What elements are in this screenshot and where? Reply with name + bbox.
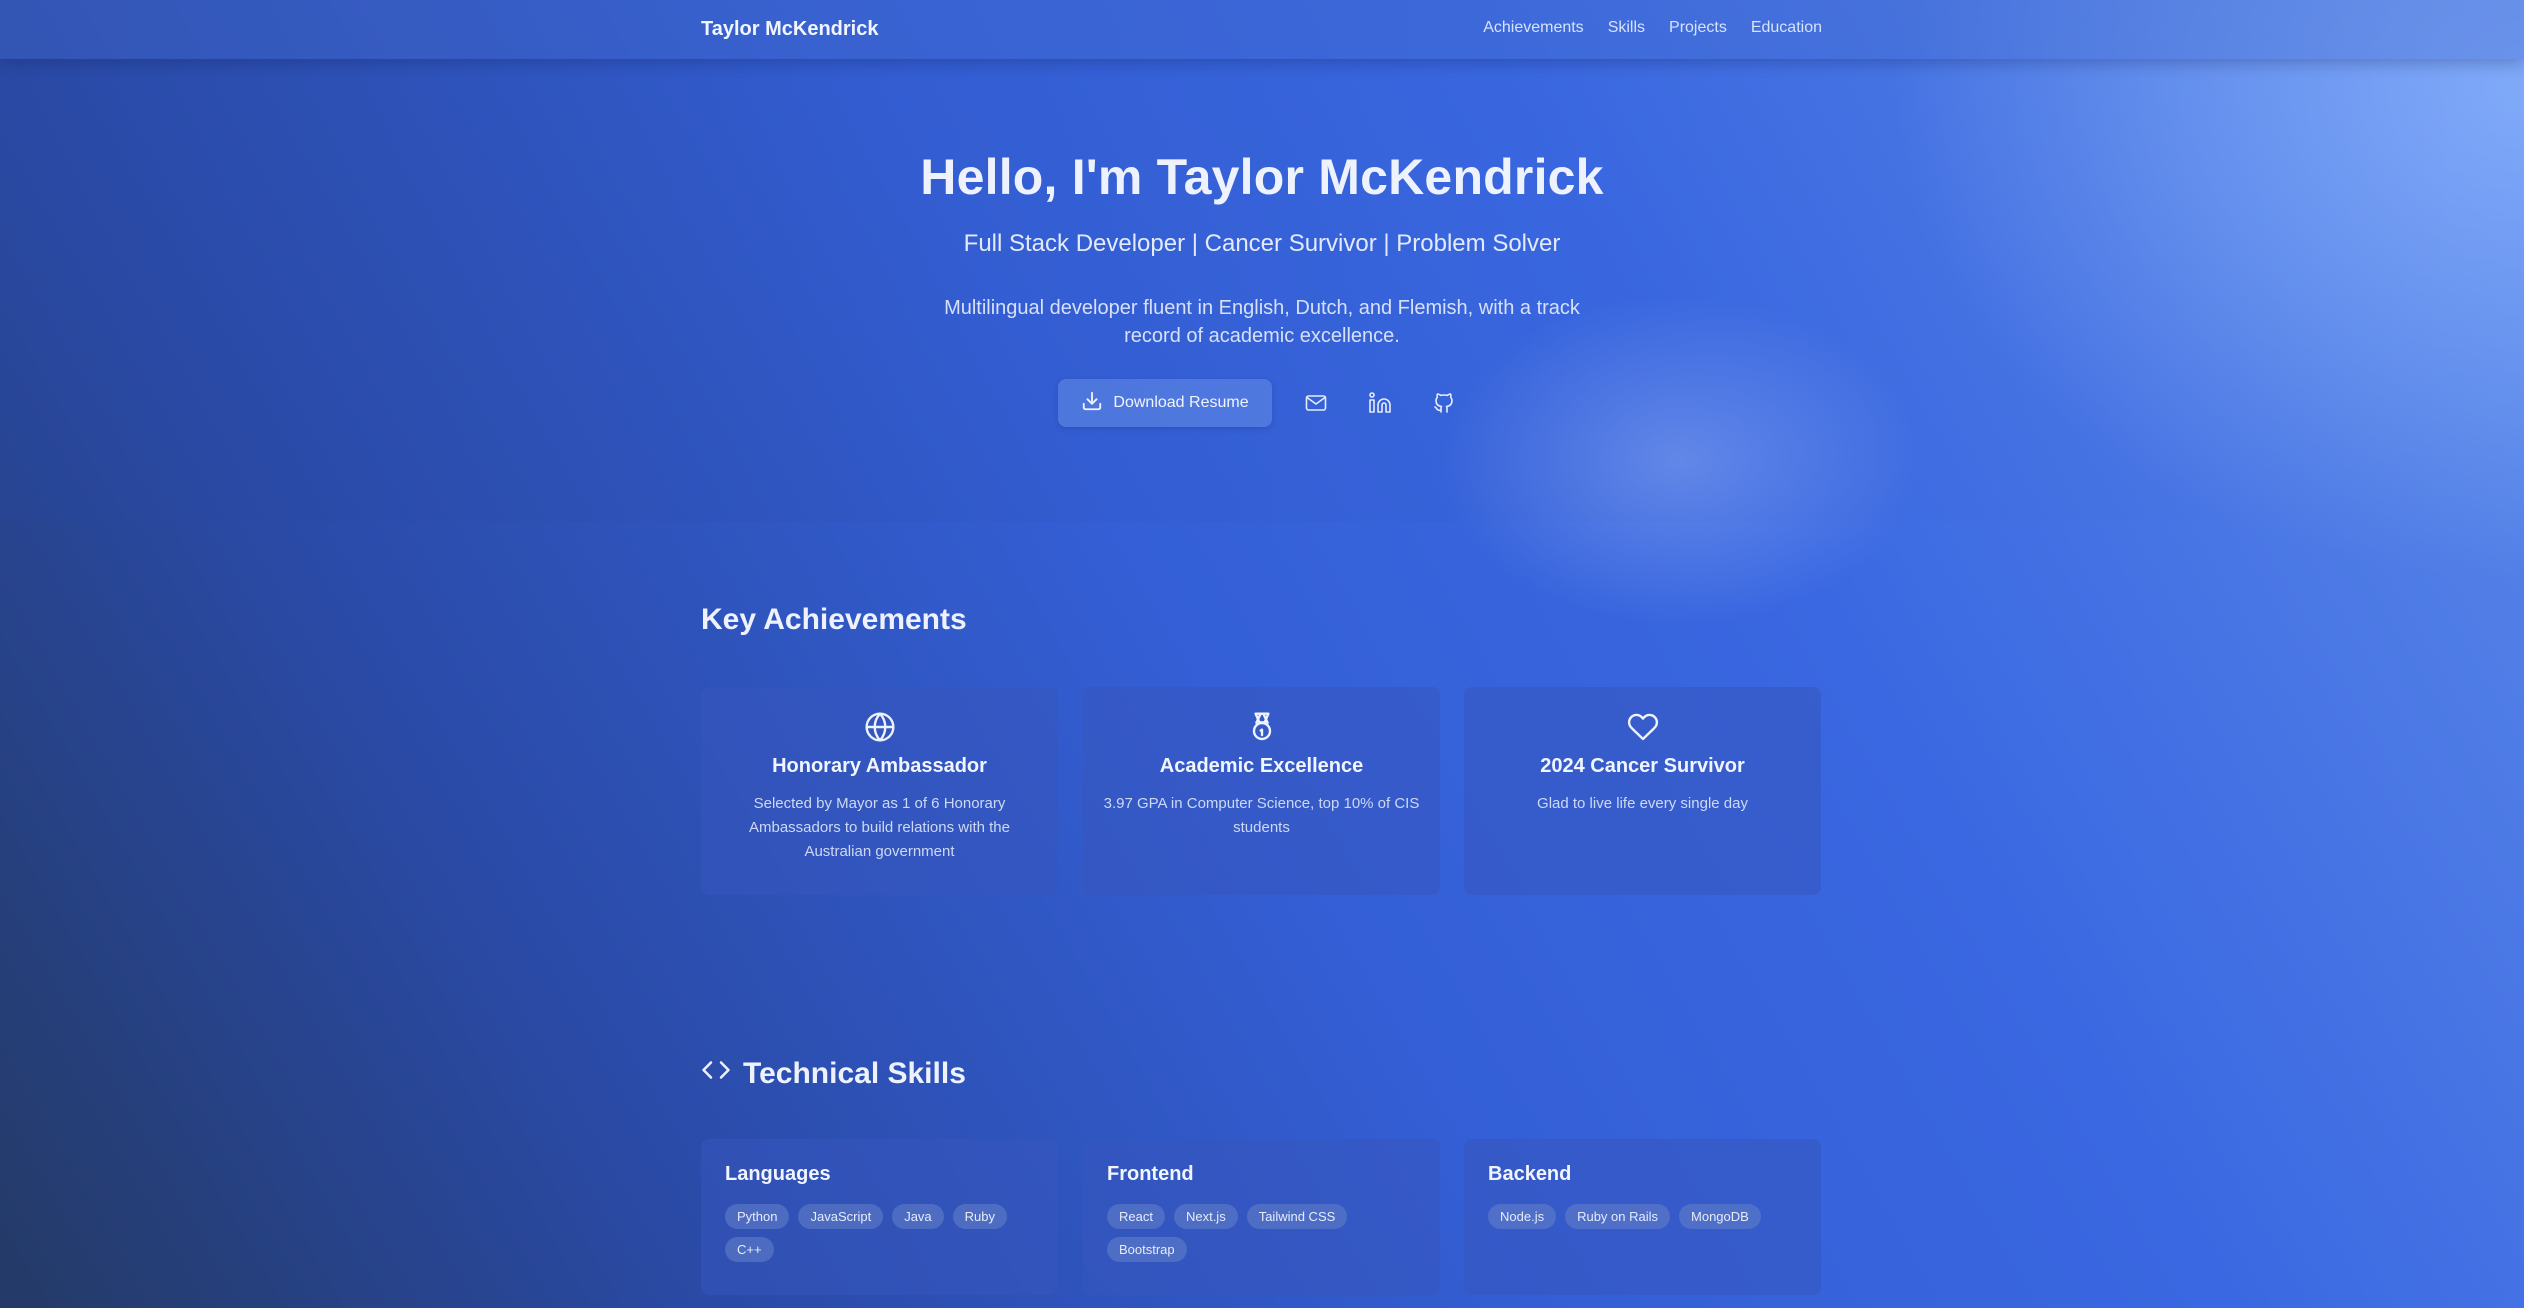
skill-tag: JavaScript <box>798 1204 884 1229</box>
hero-title: Hello, I'm Taylor McKendrick <box>920 149 1604 205</box>
skills-title: Technical Skills <box>743 1057 966 1090</box>
skill-tag: Tailwind CSS <box>1246 1204 1348 1229</box>
hero-actions: Download Resume <box>1058 379 1464 427</box>
hero-description: Multilingual developer fluent in English… <box>944 297 1580 347</box>
nav-link-education[interactable]: Education <box>1751 19 1822 37</box>
achievement-title: Honorary Ambassador <box>772 755 987 777</box>
skill-group-title: Frontend <box>1107 1163 1194 1185</box>
navbar: Taylor McKendrick Achievements Skills Pr… <box>0 0 2524 59</box>
code-icon <box>701 1055 731 1093</box>
achievement-title: 2024 Cancer Survivor <box>1540 755 1745 777</box>
skill-tag: Node.js <box>1488 1204 1557 1229</box>
globe-icon <box>701 711 1058 745</box>
skill-tags: Python JavaScript Java Ruby C++ <box>725 1204 1034 1262</box>
skill-tag: MongoDB <box>1679 1204 1761 1229</box>
nav-link-skills[interactable]: Skills <box>1608 19 1645 37</box>
achievement-text: Glad to live life every single day <box>1537 795 1748 812</box>
skill-tag: C++ <box>725 1237 774 1262</box>
skill-group-title: Backend <box>1488 1163 1572 1185</box>
medal-icon <box>1083 711 1440 745</box>
heart-icon <box>1464 711 1821 745</box>
skill-card-backend: Backend Node.js Ruby on Rails MongoDB <box>1464 1139 1821 1295</box>
hero-subtitle: Full Stack Developer | Cancer Survivor |… <box>963 230 1561 257</box>
skill-tag: Next.js <box>1173 1204 1238 1229</box>
achievement-card: 2024 Cancer Survivor Glad to live life e… <box>1464 687 1821 895</box>
hero-section: Hello, I'm Taylor McKendrick Full Stack … <box>0 148 2524 350</box>
download-icon <box>1081 390 1103 417</box>
achievement-text: Selected by Mayor as 1 of 6 Honorary Amb… <box>749 795 1010 860</box>
skill-tag: React <box>1107 1204 1165 1229</box>
achievement-card: Honorary Ambassador Selected by Mayor as… <box>701 687 1058 895</box>
skill-tag: Java <box>892 1204 944 1229</box>
skill-tags: Node.js Ruby on Rails MongoDB <box>1488 1204 1797 1229</box>
skills-title-row: Technical Skills <box>701 1055 966 1093</box>
download-resume-label: Download Resume <box>1113 394 1249 411</box>
skill-tags: React Next.js Tailwind CSS Bootstrap <box>1107 1204 1416 1262</box>
skill-tag: Python <box>725 1204 790 1229</box>
brand-name[interactable]: Taylor McKendrick <box>701 18 878 41</box>
download-resume-button[interactable]: Download Resume <box>1058 379 1272 427</box>
skill-group-title: Languages <box>725 1163 831 1185</box>
achievement-text: 3.97 GPA in Computer Science, top 10% of… <box>1103 795 1420 836</box>
skill-tag: Bootstrap <box>1107 1237 1187 1262</box>
skill-tag: Ruby <box>952 1204 1008 1229</box>
skill-card-languages: Languages Python JavaScript Java Ruby C+… <box>701 1139 1058 1295</box>
nav-link-projects[interactable]: Projects <box>1669 19 1727 37</box>
skill-card-frontend: Frontend React Next.js Tailwind CSS Boot… <box>1083 1139 1440 1295</box>
achievement-title: Academic Excellence <box>1159 755 1364 777</box>
nav-links: Achievements Skills Projects Education <box>1483 19 1822 37</box>
skill-tag: Ruby on Rails <box>1565 1204 1671 1229</box>
mail-icon[interactable] <box>1296 383 1336 423</box>
nav-link-achievements[interactable]: Achievements <box>1483 19 1584 37</box>
achievement-card: Academic Excellence 3.97 GPA in Computer… <box>1083 687 1440 895</box>
github-icon[interactable] <box>1424 383 1464 423</box>
achievements-title: Key Achievements <box>701 603 967 636</box>
linkedin-icon[interactable] <box>1360 383 1400 423</box>
